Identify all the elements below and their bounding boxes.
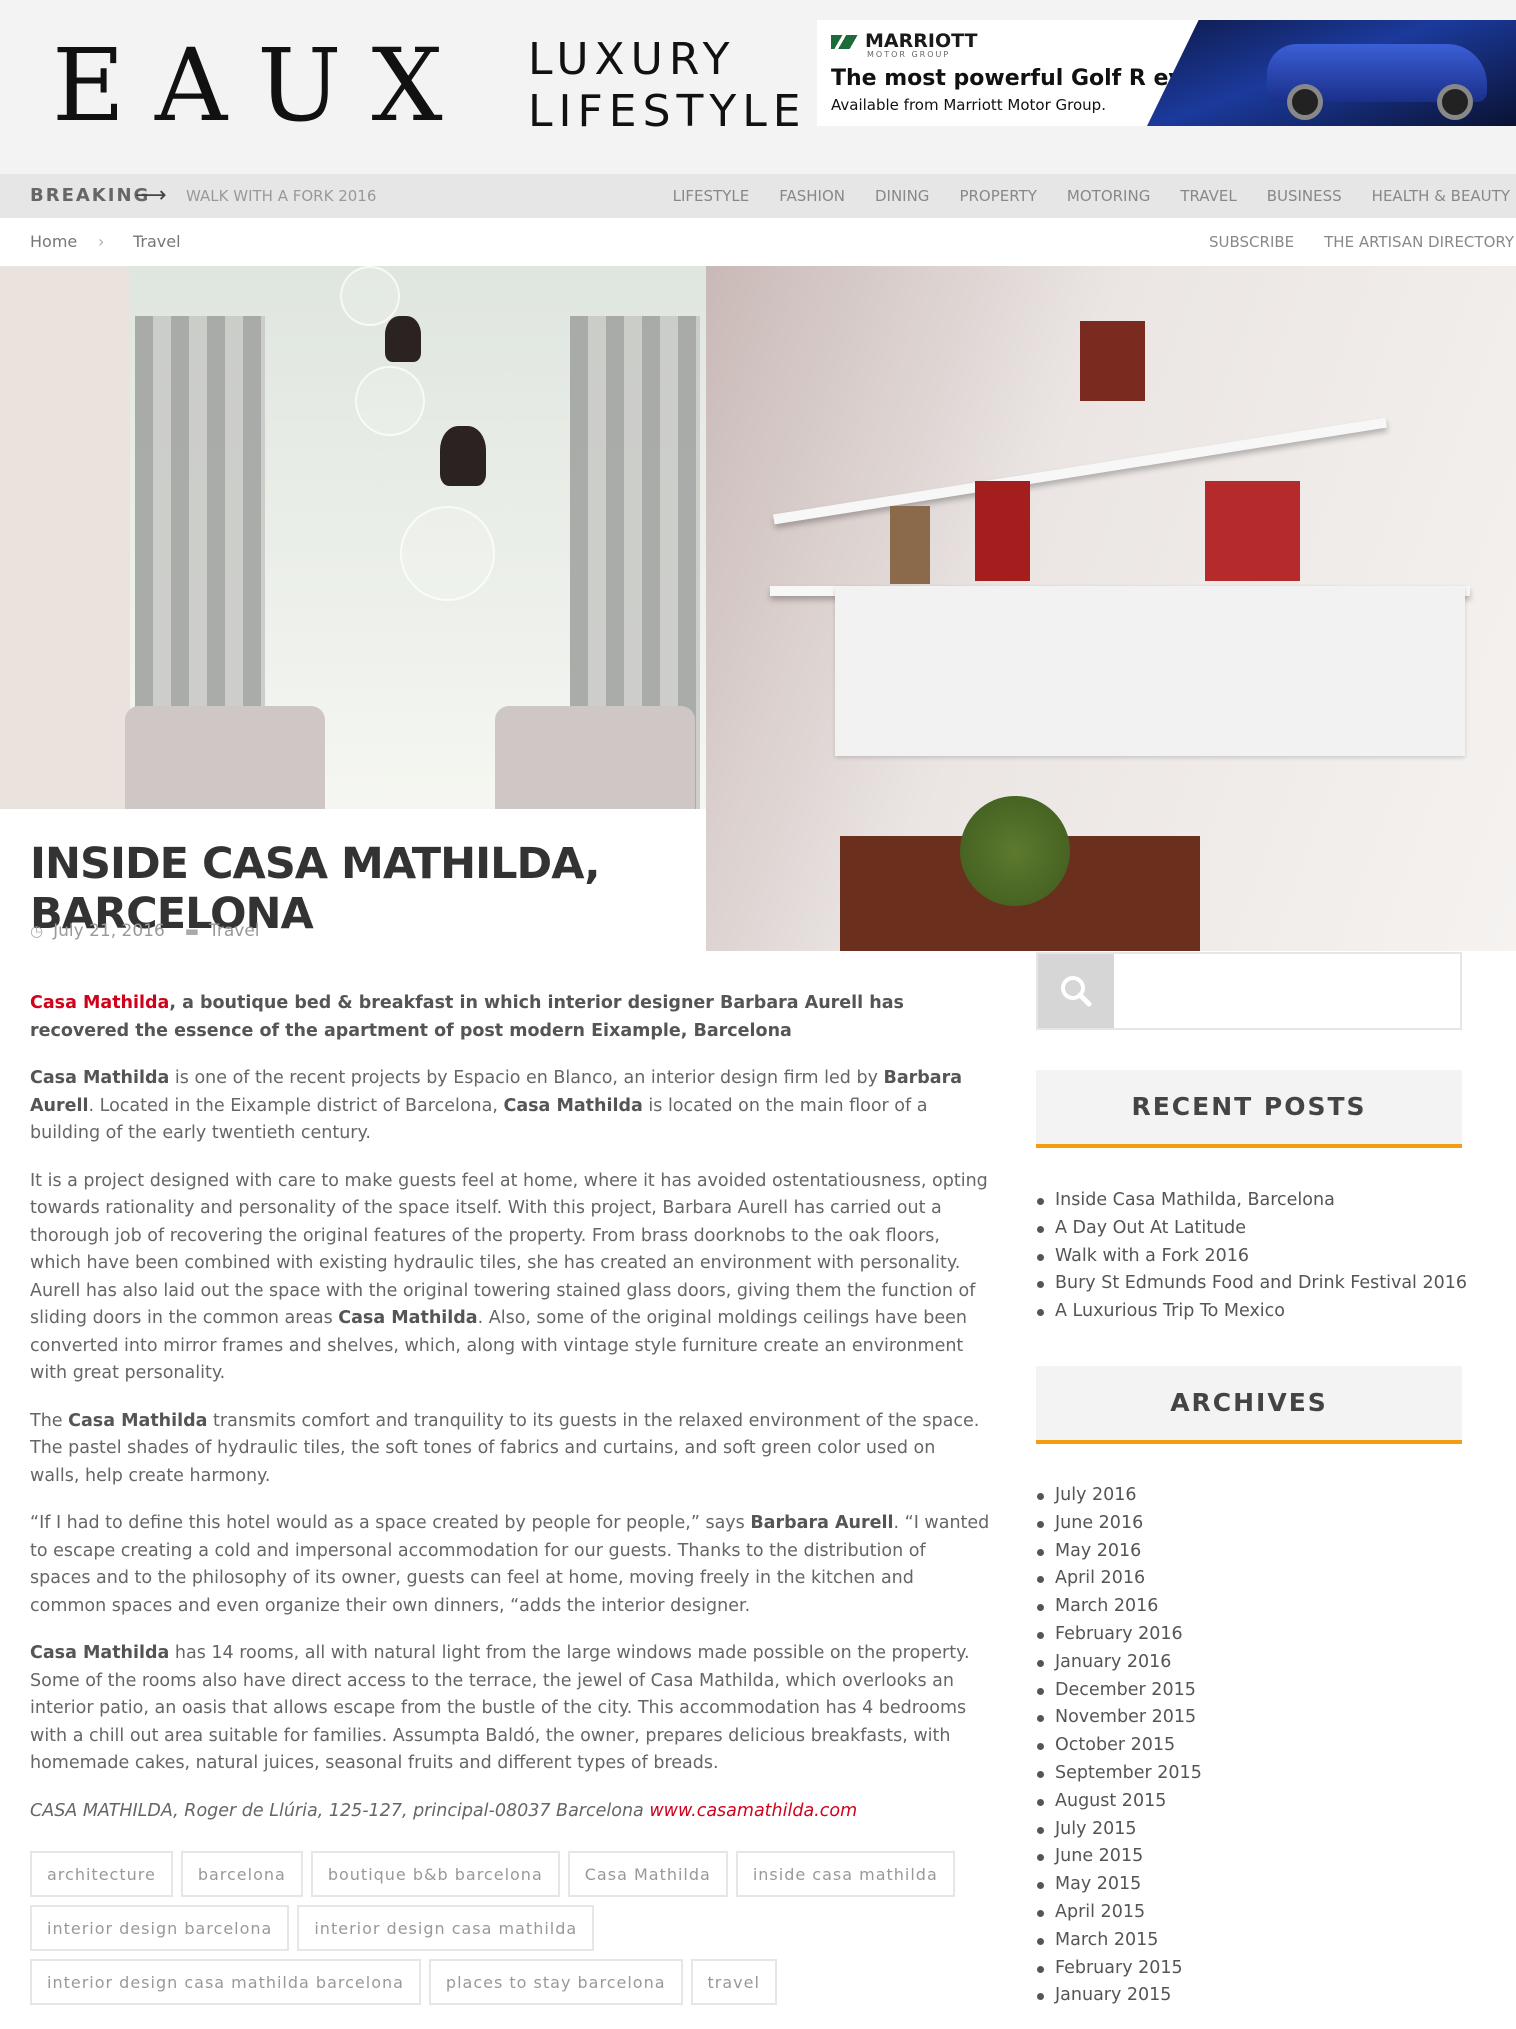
ad-headline: The most powerful Golf R ever. <box>831 66 1214 91</box>
tag-item[interactable]: interior design casa mathilda barcelona <box>30 1959 421 2005</box>
archive-link[interactable]: March 2016 <box>1036 1593 1476 1621</box>
breaking-label: BREAKING <box>30 185 151 206</box>
article-paragraph: Casa Mathilda is one of the recent proje… <box>30 1068 963 1143</box>
breaking-news-link[interactable]: WALK WITH A FORK 2016 <box>186 174 376 218</box>
search-button[interactable] <box>1038 954 1114 1028</box>
recent-post-link[interactable]: Walk with a Fork 2016 <box>1036 1243 1476 1271</box>
site-logo[interactable]: EAUX <box>52 26 473 146</box>
post-category[interactable]: Travel <box>209 921 260 941</box>
tagline-line-2: LIFESTYLE <box>528 86 807 137</box>
nav-item-health-beauty[interactable]: HEALTH & BEAUTY <box>1372 174 1510 218</box>
archive-link[interactable]: May 2016 <box>1036 1538 1476 1566</box>
breadcrumb-current[interactable]: Travel <box>133 218 181 266</box>
recent-posts-title: RECENT POSTS <box>1036 1070 1462 1148</box>
ad-brand-sub: MOTOR GROUP <box>867 50 951 59</box>
article-lead: Casa Mathilda, a boutique bed & breakfas… <box>30 993 904 1041</box>
breadcrumb-home[interactable]: Home <box>30 218 77 266</box>
search-input[interactable] <box>1118 954 1458 1028</box>
archive-link[interactable]: September 2015 <box>1036 1760 1476 1788</box>
archive-link[interactable]: October 2015 <box>1036 1732 1476 1760</box>
nav-menu: LIFESTYLE FASHION DINING PROPERTY MOTORI… <box>673 174 1510 218</box>
tag-item[interactable]: boutique b&b barcelona <box>310 1851 560 1897</box>
article-paragraph: “If I had to define this hotel would as … <box>30 1513 990 1616</box>
recent-post-link[interactable]: Bury St Edmunds Food and Drink Festival … <box>1036 1270 1476 1298</box>
archive-link[interactable]: February 2016 <box>1036 1621 1476 1649</box>
tag-list: architecture barcelona boutique b&b barc… <box>30 1851 960 2005</box>
archive-link[interactable]: April 2015 <box>1036 1899 1476 1927</box>
tag-item[interactable]: interior design casa mathilda <box>297 1905 595 1951</box>
post-meta: ◷ July 21, 2016 ▬ Travel <box>30 921 260 941</box>
article-body: Casa Mathilda, a boutique bed & breakfas… <box>30 990 990 1845</box>
recent-post-link[interactable]: A Day Out At Latitude <box>1036 1215 1476 1243</box>
tag-item[interactable]: interior design barcelona <box>30 1905 290 1951</box>
archive-link[interactable]: January 2015 <box>1036 1982 1476 2010</box>
archive-link[interactable]: November 2015 <box>1036 1704 1476 1732</box>
nav-item-dining[interactable]: DINING <box>875 174 929 218</box>
sub-bar: Home › Travel SUBSCRIBE THE ARTISAN DIRE… <box>0 218 1516 266</box>
article-address: CASA MATHILDA, Roger de Llúria, 125-127,… <box>30 1800 858 1821</box>
archive-link[interactable]: June 2016 <box>1036 1510 1476 1538</box>
search-icon <box>1061 976 1092 1007</box>
casa-mathilda-link[interactable]: Casa Mathilda <box>30 993 169 1013</box>
main-nav: BREAKING ⟶ WALK WITH A FORK 2016 LIFESTY… <box>0 174 1516 218</box>
archives-list: July 2016 June 2016 May 2016 April 2016 … <box>1036 1482 1476 2010</box>
tag-item[interactable]: Casa Mathilda <box>567 1851 728 1897</box>
ad-subline: Available from Marriott Motor Group. <box>831 96 1106 114</box>
archive-link[interactable]: July 2016 <box>1036 1482 1476 1510</box>
post-header: INSIDE CASA MATHILDA, BARCELONA ◷ July 2… <box>0 809 706 951</box>
article-paragraph: Casa Mathilda has 14 rooms, all with nat… <box>30 1643 970 1773</box>
search-widget <box>1036 952 1462 1030</box>
breadcrumb-separator-icon: › <box>98 232 105 251</box>
archive-link[interactable]: March 2015 <box>1036 1927 1476 1955</box>
recent-posts-list: Inside Casa Mathilda, Barcelona A Day Ou… <box>1036 1187 1476 1326</box>
archive-link[interactable]: April 2016 <box>1036 1565 1476 1593</box>
article-paragraph: It is a project designed with care to ma… <box>30 1170 988 1384</box>
artisan-directory-link[interactable]: THE ARTISAN DIRECTORY <box>1324 218 1514 266</box>
nav-item-business[interactable]: BUSINESS <box>1267 174 1342 218</box>
utility-links: SUBSCRIBE THE ARTISAN DIRECTORY <box>1209 218 1514 266</box>
nav-item-motoring[interactable]: MOTORING <box>1067 174 1150 218</box>
recent-post-link[interactable]: Inside Casa Mathilda, Barcelona <box>1036 1187 1476 1215</box>
tag-item[interactable]: barcelona <box>180 1851 303 1897</box>
post-date: July 21, 2016 <box>53 921 165 941</box>
banner-ad[interactable]: MARRIOTT MOTOR GROUP The most powerful G… <box>817 20 1516 126</box>
nav-item-property[interactable]: PROPERTY <box>959 174 1036 218</box>
archive-link[interactable]: August 2015 <box>1036 1788 1476 1816</box>
archive-link[interactable]: January 2016 <box>1036 1649 1476 1677</box>
marriott-logo-icon <box>831 34 861 49</box>
site-tagline: LUXURY LIFESTYLE <box>528 34 807 138</box>
tag-item[interactable]: architecture <box>30 1851 173 1897</box>
ad-brand: MARRIOTT <box>831 30 977 52</box>
tag-item[interactable]: inside casa mathilda <box>735 1851 955 1897</box>
folder-icon: ▬ <box>184 922 199 940</box>
tag-item[interactable]: places to stay barcelona <box>428 1959 683 2005</box>
website-link[interactable]: www.casamathilda.com <box>649 1801 857 1821</box>
archive-link[interactable]: December 2015 <box>1036 1677 1476 1705</box>
archives-title: ARCHIVES <box>1036 1366 1462 1444</box>
article-paragraph: The Casa Mathilda transmits comfort and … <box>30 1410 980 1486</box>
nav-item-travel[interactable]: TRAVEL <box>1180 174 1236 218</box>
arrow-right-icon: ⟶ <box>135 183 167 208</box>
tagline-line-1: LUXURY <box>528 34 736 85</box>
archive-link[interactable]: February 2015 <box>1036 1955 1476 1983</box>
archive-link[interactable]: May 2015 <box>1036 1871 1476 1899</box>
tag-item[interactable]: travel <box>690 1959 777 2005</box>
clock-icon: ◷ <box>30 922 44 940</box>
nav-item-lifestyle[interactable]: LIFESTYLE <box>673 174 750 218</box>
ad-car-image <box>1147 20 1516 126</box>
archive-link[interactable]: July 2015 <box>1036 1816 1476 1844</box>
nav-item-fashion[interactable]: FASHION <box>779 174 845 218</box>
subscribe-link[interactable]: SUBSCRIBE <box>1209 218 1294 266</box>
site-header: EAUX LUXURY LIFESTYLE MARRIOTT MOTOR GRO… <box>0 0 1516 174</box>
recent-post-link[interactable]: A Luxurious Trip To Mexico <box>1036 1298 1476 1326</box>
archive-link[interactable]: June 2015 <box>1036 1843 1476 1871</box>
